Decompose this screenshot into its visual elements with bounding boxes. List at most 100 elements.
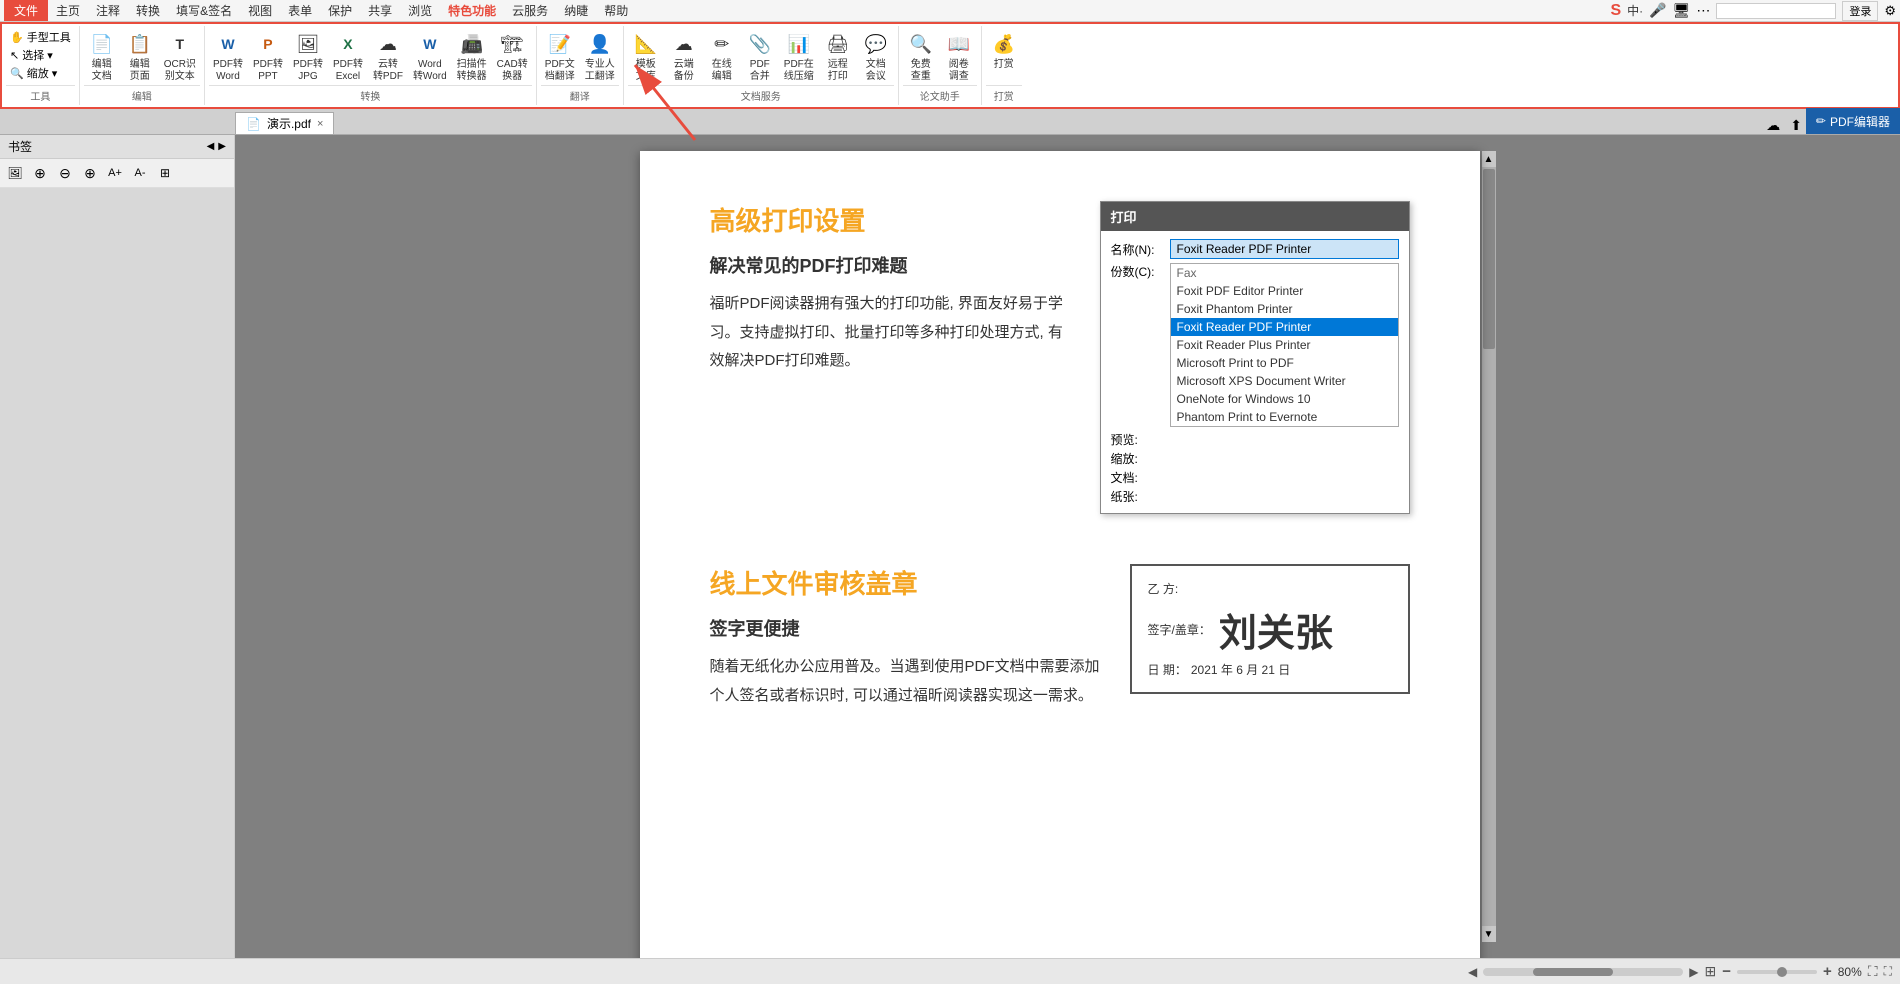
cloud-to-pdf-btn[interactable]: ☁ 云转转PDF <box>369 28 407 85</box>
printer-item-onenote[interactable]: OneNote for Windows 10 <box>1171 390 1398 408</box>
pdf-to-ppt-btn[interactable]: P PDF转PPT <box>249 28 287 85</box>
word-to-word-btn[interactable]: W Word转Word <box>409 28 451 85</box>
sidebar-nav-next[interactable]: ▶ <box>218 141 226 152</box>
edit-page-btn[interactable]: 📋 编辑页面 <box>122 28 158 85</box>
tab-close-btn[interactable]: × <box>317 118 323 130</box>
hand-icon: ✋ <box>10 31 24 44</box>
pro-translate-btn[interactable]: 👤 专业人工翻译 <box>581 28 619 85</box>
sidebar-tool-font-down[interactable]: A- <box>129 162 151 184</box>
menu-browse[interactable]: 浏览 <box>400 0 440 21</box>
scan-convert-btn[interactable]: 📠 扫描件转换器 <box>453 28 491 85</box>
menu-form[interactable]: 表单 <box>280 0 320 21</box>
menu-share[interactable]: 共享 <box>360 0 400 21</box>
main-area: 书签 ◀ ▶ 🖼 ⊕ ⊖ ⊕ A+ A- ⊞ 🔖 📄 ✏ ✍ <box>0 135 1900 958</box>
menu-fill-sign[interactable]: 填写&签名 <box>168 0 240 21</box>
zoom-icon: 🔍 <box>10 67 24 80</box>
printer-item-reader-plus[interactable]: Foxit Reader Plus Printer <box>1171 336 1398 354</box>
zoom-tool-btn[interactable]: 🔍 缩放 ▾ <box>6 64 75 82</box>
pdf-compress-icon: 📊 <box>785 30 813 58</box>
menu-protect[interactable]: 保护 <box>320 0 360 21</box>
sidebar-tool-add[interactable]: ⊕ <box>29 162 51 184</box>
printer-item-reader[interactable]: Foxit Reader PDF Printer <box>1171 318 1398 336</box>
printer-item-fax[interactable]: Fax <box>1171 264 1398 282</box>
page-scroll-area[interactable]: 高级打印设置 解决常见的PDF打印难题 福昕PDF阅读器拥有强大的打印功能, 界… <box>235 135 1900 958</box>
doc-meeting-btn[interactable]: 💬 文档会议 <box>858 28 894 85</box>
print-name-value[interactable]: Foxit Reader PDF Printer <box>1170 239 1399 259</box>
page-scrollbar[interactable]: ▲ ▼ <box>1482 151 1496 942</box>
pdf-to-jpg-btn[interactable]: 🖼 PDF转JPG <box>289 28 327 85</box>
edit-doc-btn[interactable]: 📄 编辑文档 <box>84 28 120 85</box>
pdf-merge-btn[interactable]: 📎 PDF合并 <box>742 28 778 85</box>
menu-help[interactable]: 帮助 <box>596 0 636 21</box>
cloud-arrow-icon[interactable]: ⬆ <box>1786 117 1806 134</box>
login-button[interactable]: 登录 <box>1842 1 1878 21</box>
more-icon[interactable]: ⋯ <box>1696 2 1710 19</box>
sidebar-nav-prev[interactable]: ◀ <box>207 141 215 152</box>
settings-icon[interactable]: ⚙ <box>1884 3 1896 19</box>
select-tool-btn[interactable]: ↖ 选择 ▾ <box>6 46 75 64</box>
menu-cloud[interactable]: 云服务 <box>504 0 556 21</box>
scroll-left-btn[interactable]: ◀ <box>1468 965 1477 979</box>
sidebar-tool-grid[interactable]: ⊞ <box>154 162 176 184</box>
reward-icon: 💰 <box>990 30 1018 58</box>
pdf-merge-icon: 📎 <box>746 30 774 58</box>
tab-label: 演示.pdf <box>267 115 311 132</box>
scroll-right-btn[interactable]: ▶ <box>1689 965 1698 979</box>
pdf-compress-btn[interactable]: 📊 PDF在线压缩 <box>780 28 818 85</box>
ocr-btn[interactable]: T OCR识别文本 <box>160 28 200 85</box>
printer-item-editor[interactable]: Foxit PDF Editor Printer <box>1171 282 1398 300</box>
survey-btn[interactable]: 📖 阅卷调查 <box>941 28 977 85</box>
horizontal-scrollbar[interactable] <box>1483 968 1683 976</box>
zoom-plus-btn[interactable]: + <box>1823 963 1832 980</box>
sidebar-tool-font-up[interactable]: A+ <box>104 162 126 184</box>
scroll-down-btn[interactable]: ▼ <box>1482 926 1496 942</box>
zoom-minus-btn[interactable]: − <box>1722 963 1731 980</box>
reward-btn[interactable]: 💰 打赏 <box>986 28 1022 73</box>
ribbon-group-edit: 📄 编辑文档 📋 编辑页面 T OCR识别文本 编辑 <box>80 26 205 105</box>
sidebar-tool-remove[interactable]: ⊖ <box>54 162 76 184</box>
fit-page-btn[interactable]: ⊞ <box>1704 963 1716 980</box>
sidebar-tool-add2[interactable]: ⊕ <box>79 162 101 184</box>
printer-item-ms-pdf[interactable]: Microsoft Print to PDF <box>1171 354 1398 372</box>
sig-party-label: 乙 方: <box>1148 580 1179 597</box>
menu-convert[interactable]: 转换 <box>128 0 168 21</box>
doc-tab[interactable]: 📄 演示.pdf × <box>235 112 334 134</box>
printer-item-evernote[interactable]: Phantom Print to Evernote <box>1171 408 1398 426</box>
remote-print-btn[interactable]: 🖨 远程打印 <box>820 28 856 85</box>
sidebar-tool-image[interactable]: 🖼 <box>4 162 26 184</box>
print-printer-list[interactable]: Fax Foxit PDF Editor Printer Foxit Phant… <box>1170 263 1399 427</box>
pdf-word-icon: W <box>214 30 242 58</box>
cad-convert-btn[interactable]: 🏗 CAD转换器 <box>493 28 532 85</box>
print-preview-label: 预览: <box>1111 431 1166 448</box>
fullscreen-icon[interactable]: ⛶ <box>1884 964 1892 979</box>
cloud-sync-icon[interactable]: ☁ <box>1760 117 1786 134</box>
scroll-thumb[interactable] <box>1483 169 1495 349</box>
menu-annotate[interactable]: 注释 <box>88 0 128 21</box>
mic-icon[interactable]: 🎤 <box>1649 2 1666 19</box>
pdf-editor-btn[interactable]: ✏ PDF编辑器 <box>1806 108 1900 134</box>
pdf-to-word-btn[interactable]: W PDF转Word <box>209 28 247 85</box>
printer-item-xps[interactable]: Microsoft XPS Document Writer <box>1171 372 1398 390</box>
scroll-up-btn[interactable]: ▲ <box>1482 151 1496 167</box>
pdf-translate-btn[interactable]: 📝 PDF文档翻译 <box>541 28 579 85</box>
plagiarism-btn[interactable]: 🔍 免费查重 <box>903 28 939 85</box>
fullscreen-btn[interactable]: ⛶ <box>1868 963 1878 980</box>
pdf-to-excel-btn[interactable]: X PDF转Excel <box>329 28 367 85</box>
screen-icon[interactable]: 🖥 <box>1673 2 1691 19</box>
menu-file[interactable]: 文件 <box>4 0 48 21</box>
pdf-page: 高级打印设置 解决常见的PDF打印难题 福昕PDF阅读器拥有强大的打印功能, 界… <box>640 151 1480 958</box>
menu-home[interactable]: 主页 <box>48 0 88 21</box>
pdf-translate-icon: 📝 <box>546 30 574 58</box>
section1: 高级打印设置 解决常见的PDF打印难题 福昕PDF阅读器拥有强大的打印功能, 界… <box>710 201 1410 514</box>
section2-subtitle: 签字更便捷 <box>710 615 1100 641</box>
search-input[interactable] <box>1716 3 1836 19</box>
menu-najie[interactable]: 纳睫 <box>556 0 596 21</box>
hand-tool-btn[interactable]: ✋ 手型工具 <box>6 28 75 46</box>
zoom-slider[interactable] <box>1737 970 1817 974</box>
menu-view[interactable]: 视图 <box>240 0 280 21</box>
sig-stamp-label: 签字/盖章： <box>1148 621 1211 638</box>
menu-special[interactable]: 特色功能 <box>440 0 504 21</box>
section2-body: 随着无纸化办公应用普及。当遇到使用PDF文档中需要添加个人签名或者标识时, 可以… <box>710 653 1100 710</box>
sidebar-title: 书签 <box>8 138 32 155</box>
printer-item-phantom[interactable]: Foxit Phantom Printer <box>1171 300 1398 318</box>
